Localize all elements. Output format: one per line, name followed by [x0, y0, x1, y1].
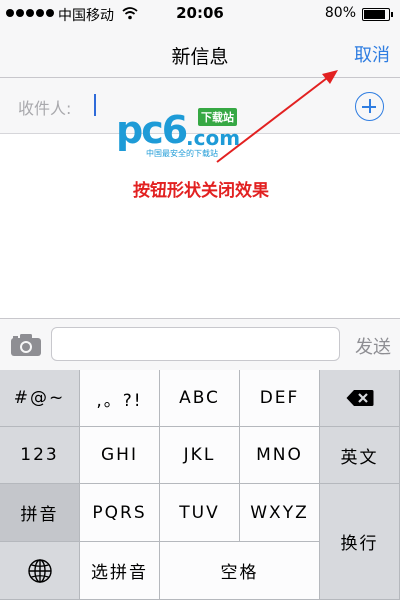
camera-icon[interactable]: [10, 333, 42, 357]
key-pqrs[interactable]: PQRS: [80, 484, 160, 542]
key-mno[interactable]: MNO: [240, 427, 320, 484]
key-punctuation[interactable]: ,。?!: [80, 370, 160, 427]
key-english[interactable]: 英文: [320, 427, 400, 484]
pinyin-keyboard: #@~ ,。?! ABC DEF 123 GHI JKL MNO 英文 拼音 P…: [0, 370, 400, 600]
key-symbols[interactable]: #@~: [0, 370, 80, 427]
key-jkl[interactable]: JKL: [160, 427, 240, 484]
key-def[interactable]: DEF: [240, 370, 320, 427]
key-space[interactable]: 空格: [160, 542, 320, 600]
key-pinyin[interactable]: 拼音: [0, 484, 80, 542]
globe-icon: [27, 558, 52, 583]
send-button[interactable]: 发送: [355, 333, 391, 359]
globe-button[interactable]: [0, 542, 80, 600]
annotation-text: 按钮形状关闭效果: [133, 181, 269, 201]
delete-button[interactable]: [320, 370, 400, 427]
key-select-pinyin[interactable]: 选拼音: [80, 542, 160, 600]
compose-bar: 发送: [0, 318, 400, 370]
key-wxyz[interactable]: WXYZ: [240, 484, 320, 542]
delete-backspace-icon: [346, 390, 373, 406]
key-tuv[interactable]: TUV: [160, 484, 240, 542]
key-newline[interactable]: 换行: [320, 484, 400, 600]
key-numbers[interactable]: 123: [0, 427, 80, 484]
key-abc[interactable]: ABC: [160, 370, 240, 427]
key-ghi[interactable]: GHI: [80, 427, 160, 484]
message-input[interactable]: [51, 327, 340, 361]
